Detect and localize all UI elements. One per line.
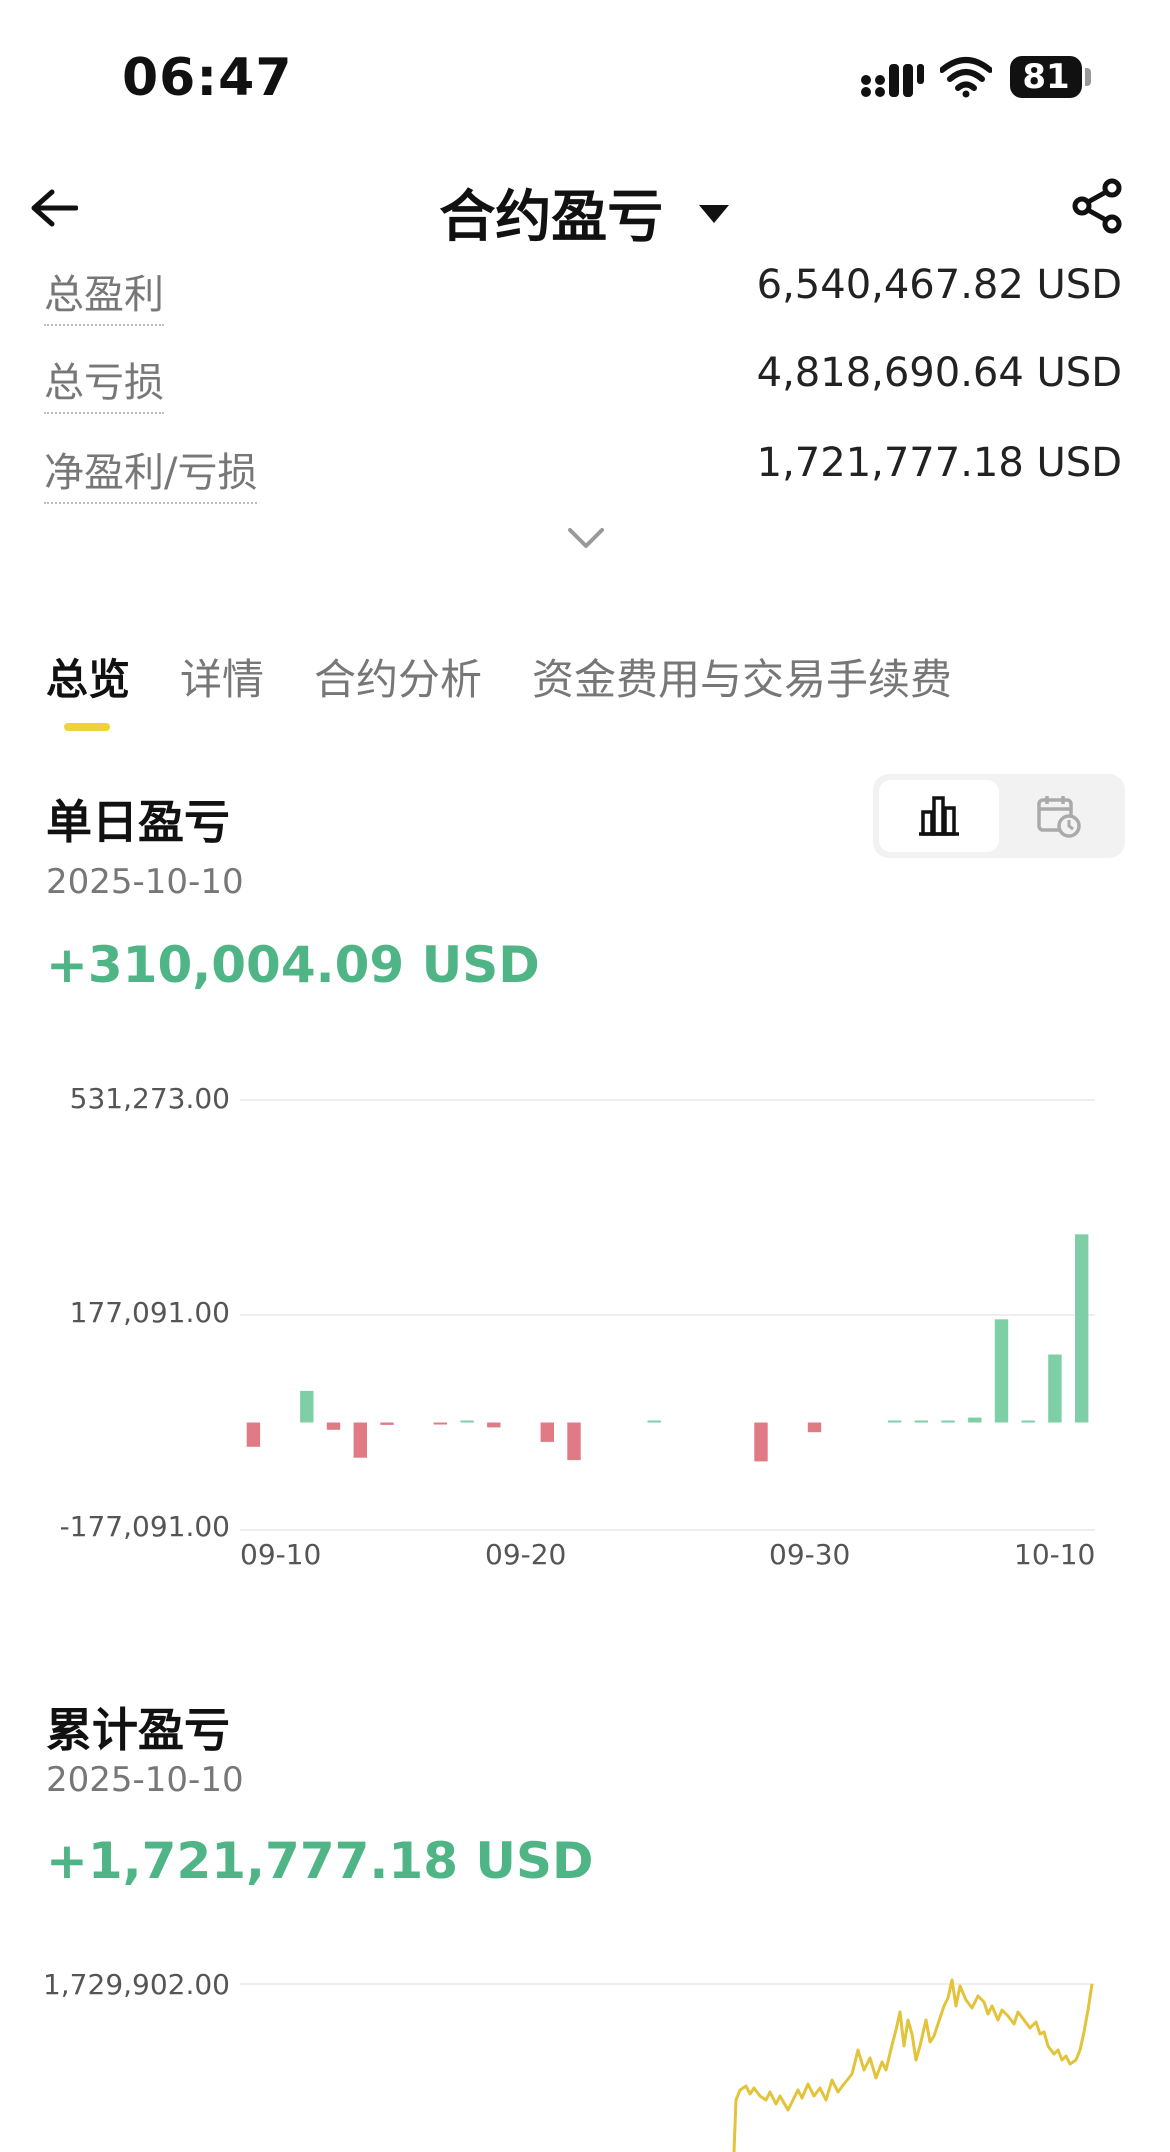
cumulative-pnl-value: +1,721,777.18 USD (46, 1832, 594, 1890)
y-tick-label: 531,273.00 (69, 1082, 230, 1115)
tab-active-indicator (64, 723, 110, 731)
total-profit-value: 6,540,467.82 USD (756, 262, 1122, 308)
y-tick-label: 1,729,902.00 (42, 1968, 230, 2001)
daily-bar (300, 1390, 314, 1423)
daily-bar (487, 1422, 501, 1428)
x-tick-label: 09-10 (240, 1538, 322, 1571)
daily-bar (460, 1420, 474, 1423)
daily-bar (326, 1422, 341, 1430)
daily-bar (433, 1422, 448, 1425)
daily-bar (353, 1422, 367, 1458)
wifi-icon (940, 57, 992, 98)
total-loss-label[interactable]: 总亏损 (44, 350, 164, 414)
cumulative-pnl-title: 累计盈亏 (46, 1703, 230, 1757)
daily-pnl-bar-chart (240, 1099, 1095, 1531)
share-icon[interactable] (1070, 178, 1126, 234)
daily-bar (380, 1422, 394, 1425)
status-time: 06:47 (122, 48, 293, 108)
y-tick-label: 177,091.00 (69, 1296, 230, 1329)
cumulative-pnl-line-chart (240, 1978, 1095, 2152)
daily-bar (1021, 1420, 1035, 1423)
daily-bar (540, 1422, 554, 1442)
tab-contract-analysis[interactable]: 合约分析 (314, 646, 482, 707)
daily-bar (567, 1422, 581, 1461)
battery-indicator: 81 (1010, 56, 1082, 98)
daily-bar (1075, 1234, 1089, 1423)
cumulative-pnl-date: 2025-10-10 (46, 1760, 244, 1800)
net-pnl-label[interactable]: 净盈利/亏损 (44, 440, 258, 504)
net-pnl-value: 1,721,777.18 USD (756, 440, 1122, 486)
daily-pnl-date: 2025-10-10 (46, 862, 244, 902)
tab-bar: 总览 详情 合约分析 资金费用与交易手续费 (46, 646, 952, 707)
total-profit-label[interactable]: 总盈利 (44, 262, 164, 326)
tab-overview[interactable]: 总览 (46, 646, 130, 707)
cellular-signal-icon (861, 64, 924, 97)
x-tick-label: 09-30 (769, 1538, 851, 1571)
tab-funding-fees[interactable]: 资金费用与交易手续费 (532, 646, 952, 707)
daily-bar (914, 1420, 928, 1423)
calendar-view-button[interactable] (999, 780, 1119, 852)
page-title-dropdown[interactable]: 合约盈亏 (0, 172, 1170, 253)
daily-bar (887, 1420, 902, 1423)
tab-details[interactable]: 详情 (180, 646, 264, 707)
x-tick-label: 10-10 (1014, 1538, 1096, 1571)
caret-down-icon (698, 204, 729, 223)
total-loss-value: 4,818,690.64 USD (756, 350, 1122, 396)
daily-pnl-value: +310,004.09 USD (46, 936, 540, 994)
page-title: 合约盈亏 (439, 185, 664, 250)
daily-bar (807, 1422, 822, 1433)
cumulative-series-line (732, 1978, 1094, 2152)
daily-bar (994, 1319, 1009, 1423)
daily-bar (754, 1422, 768, 1462)
daily-bar (941, 1420, 955, 1423)
bar-chart-icon (919, 796, 959, 836)
daily-bar (246, 1422, 261, 1447)
daily-bar (647, 1420, 661, 1423)
calendar-clock-icon (1037, 796, 1081, 838)
expand-chevron-icon[interactable] (566, 526, 606, 550)
daily-pnl-title: 单日盈亏 (46, 795, 230, 849)
battery-tip (1085, 68, 1091, 86)
x-tick-label: 09-20 (485, 1538, 567, 1571)
bar-chart-view-button[interactable] (879, 780, 999, 852)
daily-bar (968, 1417, 982, 1423)
y-tick-label: -177,091.00 (59, 1510, 230, 1543)
daily-bar (1048, 1354, 1062, 1423)
chart-view-toggle (873, 774, 1125, 858)
